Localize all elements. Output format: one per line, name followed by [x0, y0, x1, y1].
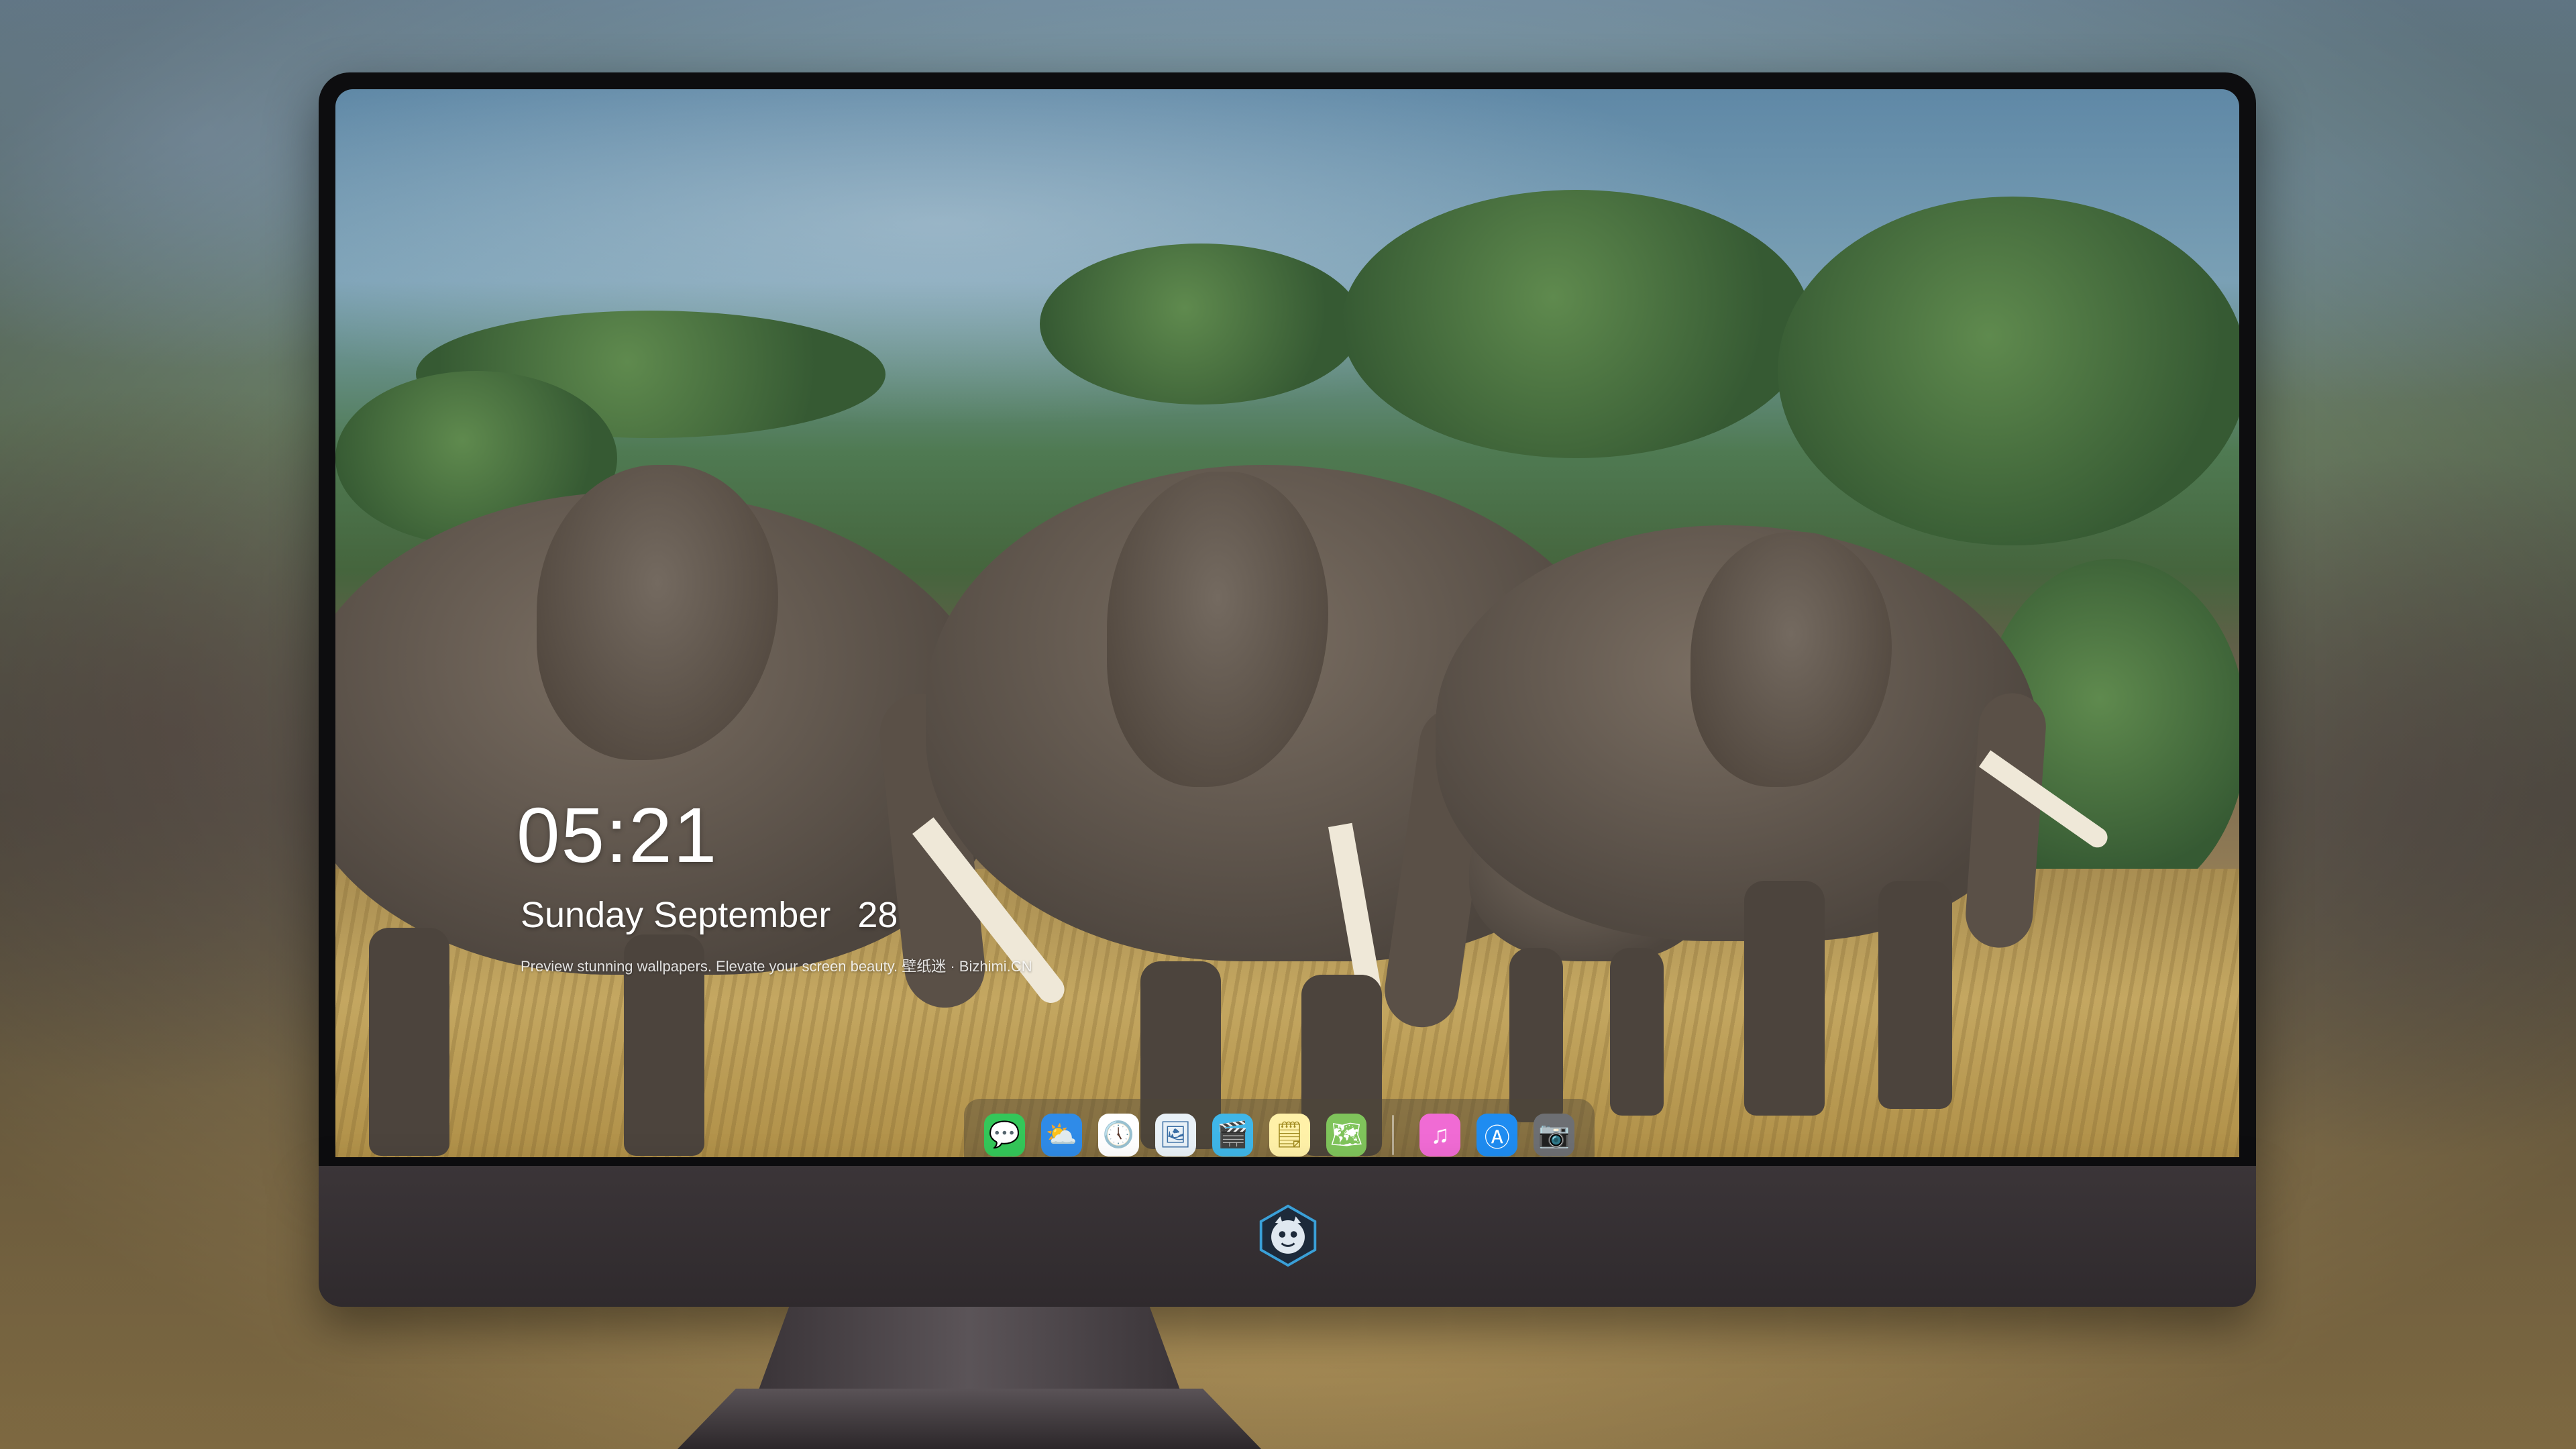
monitor: 05:21 Sunday September 28 Preview stunni… — [319, 72, 2256, 1307]
elephant-leg — [1509, 948, 1563, 1122]
preview-icon[interactable]: 🖼 — [1155, 1114, 1196, 1157]
music-icon[interactable]: ♫ — [1419, 1114, 1461, 1157]
tree — [1040, 244, 1362, 405]
date-weekday: Sunday — [521, 895, 644, 935]
elephant-leg — [369, 928, 449, 1156]
tree — [1342, 190, 1811, 458]
brand-logo-icon — [1259, 1204, 1317, 1267]
monitor-stand-neck — [755, 1307, 1184, 1401]
app-store-icon[interactable]: Ⓐ — [1477, 1114, 1518, 1157]
date-month: September — [653, 895, 831, 935]
maps-icon[interactable]: 🗺 — [1326, 1114, 1367, 1157]
clips-icon[interactable]: 🎬 — [1212, 1114, 1253, 1157]
wallpaper-tagline: Preview stunning wallpapers. Elevate you… — [521, 958, 1032, 975]
elephant-leg — [1744, 881, 1825, 1116]
dock-separator — [1392, 1115, 1395, 1155]
monitor-stand-base — [678, 1389, 1261, 1449]
camera-icon[interactable]: 📷 — [1534, 1114, 1575, 1157]
elephant-leg — [1610, 948, 1664, 1116]
elephant-leg — [1878, 881, 1952, 1109]
notes-icon[interactable]: 🗒 — [1269, 1114, 1310, 1157]
clock-icon[interactable]: 🕔 — [1097, 1114, 1139, 1157]
date-day: 28 — [857, 895, 898, 935]
date-weekday-month: Sunday September — [521, 894, 830, 936]
dock: 💬 ⛅ 🕔 🖼 🎬 🗒 🗺 ♫ Ⓐ 📷 — [964, 1099, 1595, 1157]
screen: 05:21 Sunday September 28 Preview stunni… — [335, 89, 2239, 1157]
weather-icon[interactable]: ⛅ — [1040, 1114, 1082, 1157]
lockscreen-time: 05:21 — [517, 792, 718, 879]
messages-icon[interactable]: 💬 — [984, 1114, 1025, 1157]
monitor-bezel: 05:21 Sunday September 28 Preview stunni… — [319, 72, 2256, 1166]
lockscreen-date: Sunday September 28 — [521, 894, 898, 936]
tree — [1778, 197, 2239, 545]
